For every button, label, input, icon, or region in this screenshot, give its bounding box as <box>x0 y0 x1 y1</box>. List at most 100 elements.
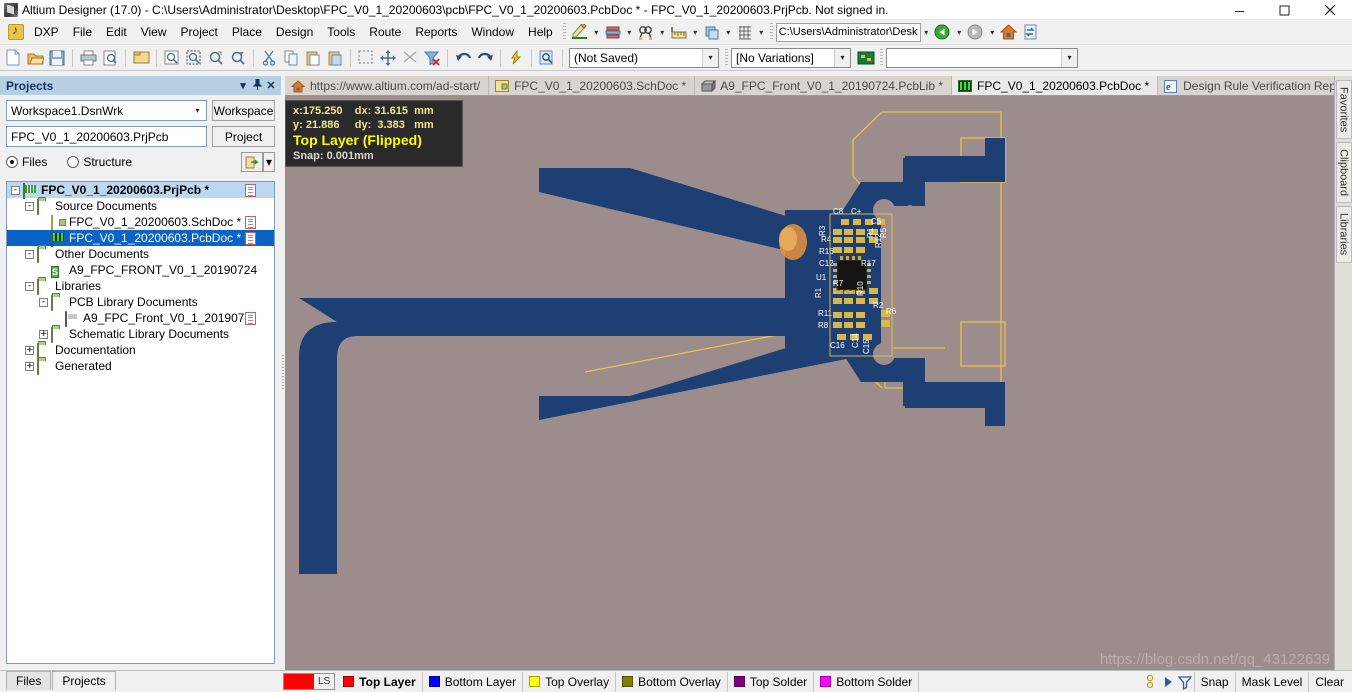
grid-dropdown-icon[interactable]: ▾ <box>756 22 767 43</box>
open-document-icon[interactable] <box>24 47 46 68</box>
snap-button[interactable]: Snap <box>1193 671 1235 692</box>
menu-help[interactable]: Help <box>521 22 560 42</box>
layer-selector[interactable]: LS <box>283 673 336 690</box>
zoom-filter-icon[interactable] <box>227 47 249 68</box>
variations-dropdown-icon[interactable]: ▾ <box>834 48 850 67</box>
layer-tab[interactable]: Top Layer <box>337 671 423 692</box>
layer-tab[interactable]: Top Overlay <box>523 671 617 692</box>
undo-icon[interactable] <box>452 47 474 68</box>
move-icon[interactable] <box>377 47 399 68</box>
toolbar-grip-3[interactable] <box>725 48 728 67</box>
new-document-icon[interactable] <box>2 47 24 68</box>
project-combo[interactable]: FPC_V0_1_20200603.PrjPcb <box>6 126 207 147</box>
select-area-icon[interactable] <box>355 47 377 68</box>
toolbar-grip-2[interactable] <box>769 23 773 41</box>
menu-reports[interactable]: Reports <box>408 22 464 42</box>
radio-structure[interactable]: Structure <box>67 155 132 169</box>
clear-filter-icon[interactable] <box>421 47 443 68</box>
forward-dropdown-icon[interactable]: ▾ <box>987 22 998 43</box>
back-dropdown-icon[interactable]: ▾ <box>954 22 965 43</box>
menu-design[interactable]: Design <box>269 22 320 42</box>
collapse-icon[interactable]: - <box>39 297 48 307</box>
measure-icon[interactable] <box>668 22 690 43</box>
find-similar-icon[interactable] <box>635 22 657 43</box>
expand-icon[interactable]: + <box>39 329 48 339</box>
print-preview-icon[interactable] <box>99 47 121 68</box>
variations-combo[interactable]: [No Variations] ▾ <box>731 47 851 68</box>
tree-node[interactable]: - Other Documents <box>7 246 274 263</box>
expand-icon[interactable]: + <box>25 361 34 371</box>
find-similar-dropdown-icon[interactable]: ▾ <box>657 22 668 43</box>
tree-node[interactable]: A9_FPC_Front_V0_1_2019072· <box>7 310 274 327</box>
back-icon[interactable] <box>932 22 954 43</box>
document-tab[interactable]: e Design Rule Verification Report <box>1158 76 1334 95</box>
document-tab[interactable]: A9_FPC_Front_V0_1_20190724.PcbLib * <box>695 76 953 95</box>
menu-route[interactable]: Route <box>362 22 408 42</box>
panel-dropdown-icon[interactable]: ▾ <box>236 79 250 92</box>
project-button[interactable]: Project <box>212 126 275 147</box>
pcb-canvas[interactable]: C8 C+ R3 C5 R5 R4 R1 R12 R16 C12 R17 U1 R… <box>285 96 1334 670</box>
path-combo[interactable]: C:\Users\Administrator\Desktop <box>775 22 921 42</box>
tree-node[interactable]: FPC_V0_1_20200603.PcbDoc * <box>7 230 274 247</box>
menu-dxp[interactable]: DXP <box>27 22 66 42</box>
paste-icon[interactable] <box>302 47 324 68</box>
refresh-icon[interactable] <box>1020 22 1042 43</box>
right-tab-libraries[interactable]: Libraries <box>1335 206 1352 263</box>
board-view-icon[interactable] <box>855 47 877 68</box>
menu-edit[interactable]: Edit <box>99 22 134 42</box>
bottom-tab-projects[interactable]: Projects <box>52 671 116 690</box>
menu-tools[interactable]: Tools <box>320 22 362 42</box>
tree-node[interactable]: + Schematic Library Documents <box>7 326 274 343</box>
copy-icon[interactable] <box>280 47 302 68</box>
path-dropdown-icon[interactable]: ▾ <box>921 22 932 43</box>
home-icon[interactable] <box>998 22 1020 43</box>
right-tab-clipboard[interactable]: Clipboard <box>1335 142 1352 204</box>
project-tree[interactable]: - FPC_V0_1_20200603.PrjPcb * - Source Docum… <box>6 181 275 664</box>
inspector-icon[interactable] <box>536 47 558 68</box>
radio-files[interactable]: Files <box>6 155 47 169</box>
menu-project[interactable]: Project <box>174 22 225 42</box>
compile-icon[interactable] <box>505 47 527 68</box>
document-tabs[interactable]: https://www.altium.com/ad-start/FPC_V0_1… <box>285 76 1334 96</box>
panel-close-icon[interactable]: ✕ <box>264 79 278 92</box>
collapse-icon[interactable]: - <box>25 249 34 259</box>
blank-combo-dropdown-icon[interactable]: ▾ <box>1061 48 1077 67</box>
menu-view[interactable]: View <box>134 22 174 42</box>
bottom-tab-files[interactable]: Files <box>6 671 52 690</box>
variant-combo[interactable]: (Not Saved) ▾ <box>569 47 719 68</box>
measure-dropdown-icon[interactable]: ▾ <box>690 22 701 43</box>
paste-special-icon[interactable] <box>324 47 346 68</box>
schematic-tools-dropdown-icon[interactable]: ▾ <box>591 22 602 43</box>
layer-tab[interactable]: Bottom Solder <box>814 671 920 692</box>
schematic-tools-icon[interactable] <box>569 22 591 43</box>
menu-window[interactable]: Window <box>464 22 521 42</box>
zoom-selected-icon[interactable] <box>205 47 227 68</box>
pcb-layers-icon[interactable] <box>602 22 624 43</box>
collapse-icon[interactable]: - <box>25 201 34 211</box>
tree-node[interactable]: + Generated <box>7 358 274 375</box>
save-icon[interactable] <box>46 47 68 68</box>
filter-icon[interactable] <box>1177 674 1192 690</box>
maximize-button[interactable] <box>1262 0 1307 20</box>
menu-file[interactable]: File <box>66 22 99 42</box>
layer-tab[interactable]: Bottom Overlay <box>616 671 728 692</box>
zoom-document-icon[interactable] <box>161 47 183 68</box>
toolbar-grip[interactable] <box>562 23 566 41</box>
variant-dropdown-icon[interactable]: ▾ <box>702 48 718 67</box>
tree-node[interactable]: - Libraries <box>7 278 274 295</box>
layer-tab[interactable]: Bottom Layer <box>423 671 524 692</box>
tree-node[interactable]: FPC_V0_1_20200603.SchDoc * <box>7 214 274 231</box>
minimize-button[interactable] <box>1217 0 1262 20</box>
collapse-icon[interactable]: - <box>25 281 34 291</box>
pcb-layers-dropdown-icon[interactable]: ▾ <box>624 22 635 43</box>
document-tab[interactable]: https://www.altium.com/ad-start/ <box>285 76 490 95</box>
redo-icon[interactable] <box>474 47 496 68</box>
document-tab[interactable]: FPC_V0_1_20200603.SchDoc * <box>489 76 696 95</box>
zoom-area-icon[interactable] <box>183 47 205 68</box>
play-icon[interactable] <box>1162 674 1176 690</box>
tree-node[interactable]: - FPC_V0_1_20200603.PrjPcb * <box>7 182 274 199</box>
cross-probe-icon[interactable] <box>399 47 421 68</box>
print-icon[interactable] <box>77 47 99 68</box>
expand-icon[interactable]: + <box>25 345 34 355</box>
toolbar-grip-4[interactable] <box>880 48 883 67</box>
